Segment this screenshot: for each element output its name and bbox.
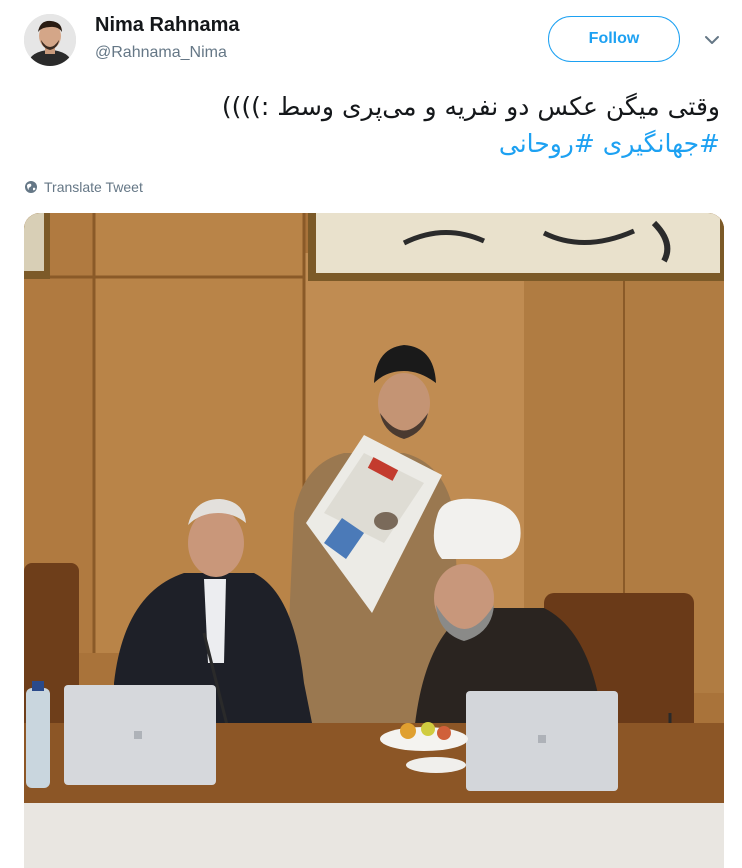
chevron-down-icon[interactable] — [702, 30, 722, 50]
author-handle[interactable]: @Rahnama_Nima — [95, 44, 227, 62]
tweet-photo[interactable] — [24, 213, 724, 868]
author-avatar[interactable] — [24, 14, 76, 66]
author-name[interactable]: Nima Rahnama — [95, 14, 240, 37]
tweet-text: وقتی میگن عکس دو نفریه و می‌پری وسط :)))… — [20, 88, 720, 162]
globe-icon — [25, 181, 37, 193]
translate-label: Translate Tweet — [44, 179, 143, 195]
hashtag-rouhani[interactable]: #روحانی — [499, 129, 595, 158]
tweet-hashtags: #جهانگیری #روحانی — [20, 125, 720, 162]
follow-button[interactable]: Follow — [548, 16, 680, 62]
translate-tweet-link[interactable]: Translate Tweet — [24, 179, 143, 195]
hashtag-jahangiri[interactable]: #جهانگیری — [603, 129, 720, 158]
tweet-text-line: وقتی میگن عکس دو نفریه و می‌پری وسط :)))… — [221, 92, 720, 121]
